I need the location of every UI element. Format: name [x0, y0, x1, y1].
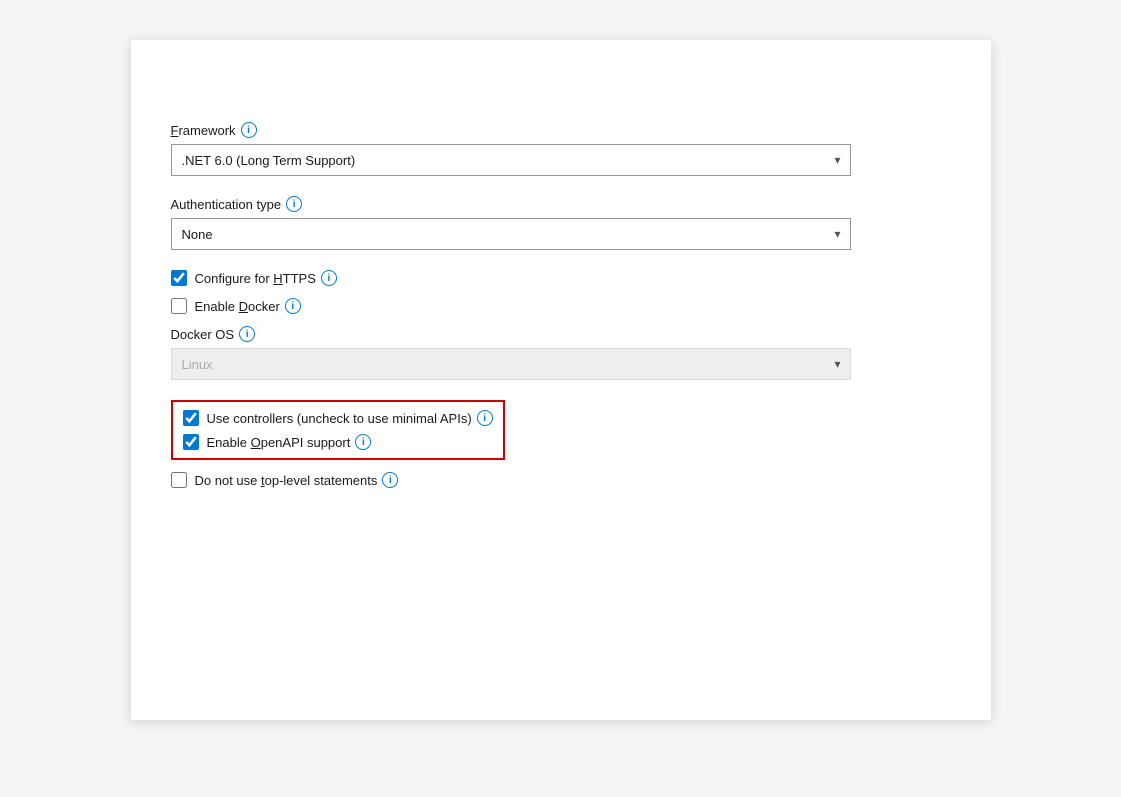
- top-level-statements-label: Do not use top-level statements i: [195, 472, 399, 488]
- use-controllers-info-icon[interactable]: i: [477, 410, 493, 426]
- configure-https-checkbox[interactable]: [171, 270, 187, 286]
- top-level-statements-row: Do not use top-level statements i: [171, 472, 951, 488]
- enable-docker-row: Enable Docker i: [171, 298, 951, 314]
- enable-openapi-label: Enable OpenAPI support i: [207, 434, 372, 450]
- auth-dropdown-container: NoneIndividual AccountsMicrosoft Identit…: [171, 218, 951, 250]
- auth-dropdown-wrapper: NoneIndividual AccountsMicrosoft Identit…: [171, 218, 851, 250]
- framework-label: Framework i: [171, 122, 951, 138]
- top-level-statements-checkbox[interactable]: [171, 472, 187, 488]
- docker-os-label: Docker OS i: [171, 326, 951, 342]
- docker-os-info-icon[interactable]: i: [239, 326, 255, 342]
- docker-os-dropdown-container: LinuxWindows: [171, 348, 951, 380]
- framework-info-icon[interactable]: i: [241, 122, 257, 138]
- highlighted-options-box: Use controllers (uncheck to use minimal …: [171, 400, 505, 460]
- framework-dropdown-wrapper: .NET 6.0 (Long Term Support).NET 7.0.NET…: [171, 144, 851, 176]
- framework-dropdown[interactable]: .NET 6.0 (Long Term Support).NET 7.0.NET…: [171, 144, 851, 176]
- enable-openapi-checkbox[interactable]: [183, 434, 199, 450]
- auth-label: Authentication type i: [171, 196, 951, 212]
- additional-information-dialog: Framework i .NET 6.0 (Long Term Support)…: [131, 40, 991, 720]
- use-controllers-label: Use controllers (uncheck to use minimal …: [207, 410, 493, 426]
- enable-docker-checkbox[interactable]: [171, 298, 187, 314]
- use-controllers-row: Use controllers (uncheck to use minimal …: [183, 410, 493, 426]
- configure-https-label: Configure for HTTPS i: [195, 270, 337, 286]
- use-controllers-checkbox[interactable]: [183, 410, 199, 426]
- enable-openapi-row: Enable OpenAPI support i: [183, 434, 493, 450]
- configure-https-row: Configure for HTTPS i: [171, 270, 951, 286]
- enable-docker-info-icon[interactable]: i: [285, 298, 301, 314]
- enable-openapi-info-icon[interactable]: i: [355, 434, 371, 450]
- enable-docker-label: Enable Docker i: [195, 298, 301, 314]
- auth-info-icon[interactable]: i: [286, 196, 302, 212]
- auth-dropdown[interactable]: NoneIndividual AccountsMicrosoft Identit…: [171, 218, 851, 250]
- configure-https-info-icon[interactable]: i: [321, 270, 337, 286]
- docker-os-dropdown[interactable]: LinuxWindows: [171, 348, 851, 380]
- framework-dropdown-container: .NET 6.0 (Long Term Support).NET 7.0.NET…: [171, 144, 951, 176]
- docker-os-dropdown-wrapper: LinuxWindows: [171, 348, 851, 380]
- top-level-statements-info-icon[interactable]: i: [382, 472, 398, 488]
